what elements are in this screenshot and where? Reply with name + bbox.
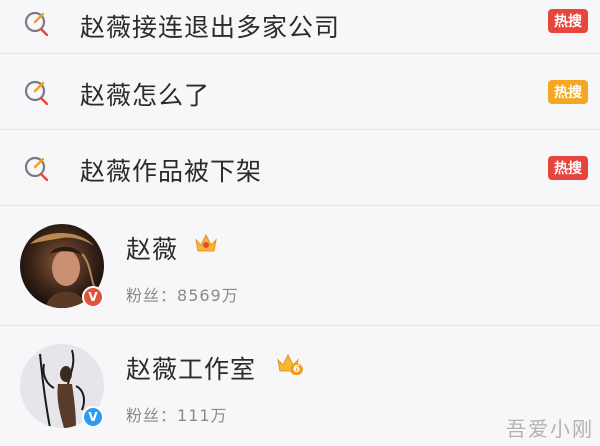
user-result-1[interactable]: V 赵薇 粉丝：8569万: [0, 206, 600, 326]
crown-level: 6: [290, 364, 303, 375]
fans-value: 8569万: [177, 286, 239, 305]
search-suggestion-2[interactable]: 赵薇怎么了 热搜: [0, 54, 600, 130]
search-suggestion-3[interactable]: 赵薇作品被下架 热搜: [0, 130, 600, 206]
watermark: 吾爱小刚: [506, 417, 594, 441]
crown-icon: [195, 233, 217, 252]
fans-value: 111万: [177, 406, 228, 425]
fans-label: 粉丝：: [126, 286, 178, 305]
fans-count: 粉丝：111万: [126, 402, 228, 426]
search-suggestion-text: 赵薇怎么了: [80, 81, 211, 110]
search-suggestion-text: 赵薇作品被下架: [80, 157, 263, 186]
search-suggestion-text: 赵薇接连退出多家公司: [80, 13, 341, 42]
search-icon: [24, 80, 49, 105]
verified-badge-icon: V: [82, 406, 104, 428]
search-suggestion-1[interactable]: 赵薇接连退出多家公司 热搜: [0, 0, 600, 54]
verified-badge-icon: V: [82, 286, 104, 308]
fans-count: 粉丝：8569万: [126, 282, 239, 306]
search-icon: [24, 11, 49, 36]
user-name: 赵薇: [126, 235, 179, 264]
fans-label: 粉丝：: [126, 406, 178, 425]
search-icon: [24, 156, 49, 181]
user-name: 赵薇工作室: [126, 355, 257, 384]
hot-badge: 热搜: [548, 9, 588, 33]
hot-badge: 热搜: [548, 156, 588, 180]
hot-badge: 热搜: [548, 80, 588, 104]
search-results-list: 赵薇接连退出多家公司 热搜 赵薇怎么了 热搜 赵薇作品被下架 热搜 V 赵薇 粉…: [0, 0, 600, 446]
